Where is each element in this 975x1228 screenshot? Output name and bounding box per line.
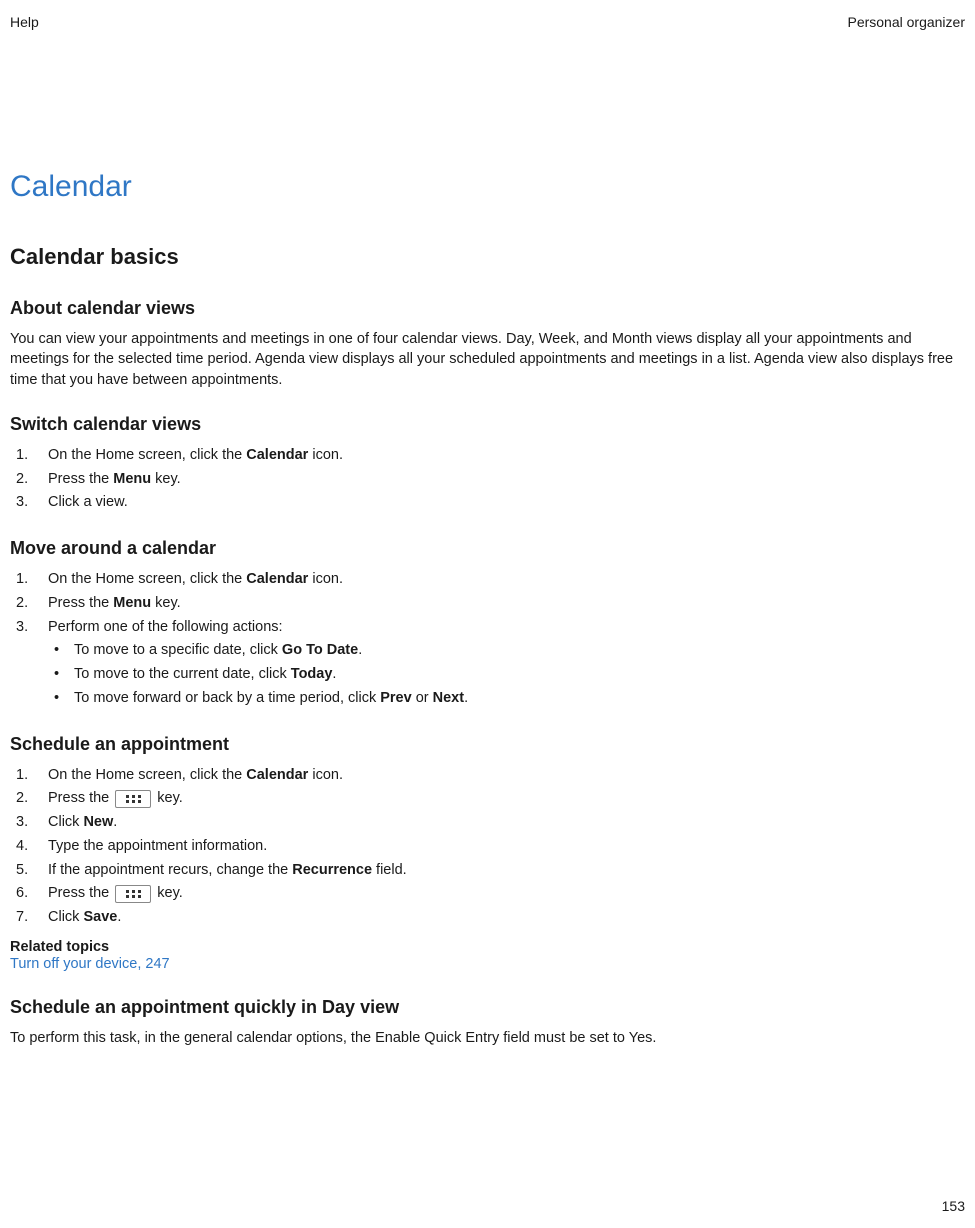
text: . — [358, 642, 362, 658]
list-item: If the appointment recurs, change the Re… — [10, 860, 965, 882]
text: To move to a specific date, click — [74, 642, 282, 658]
paragraph-about-calendar-views: You can view your appointments and meeti… — [10, 329, 965, 390]
list-item: Click New. — [10, 812, 965, 834]
text: On the Home screen, click the — [48, 447, 246, 463]
main-title: Calendar — [10, 170, 965, 204]
list-schedule-appointment: On the Home screen, click the Calendar i… — [10, 765, 965, 929]
bold-text: Prev — [380, 690, 411, 706]
text: key. — [153, 790, 183, 806]
bold-text: Calendar — [246, 571, 308, 587]
text: Click — [48, 814, 83, 830]
text: Press the — [48, 595, 113, 611]
text: icon. — [308, 571, 343, 587]
related-topics-heading: Related topics — [10, 939, 965, 955]
list-item: On the Home screen, click the Calendar i… — [10, 765, 965, 787]
text: icon. — [308, 447, 343, 463]
header-left: Help — [10, 14, 39, 30]
text: Press the — [48, 790, 113, 806]
text: To move to the current date, click — [74, 666, 291, 682]
list-item: Press the key. — [10, 883, 965, 905]
list-item: Press the Menu key. — [10, 593, 965, 615]
paragraph-quick-entry: To perform this task, in the general cal… — [10, 1028, 965, 1048]
bold-text: Menu — [113, 471, 151, 487]
list-item: To move forward or back by a time period… — [48, 688, 965, 710]
bold-text: Next — [433, 690, 464, 706]
page-content: Calendar Calendar basics About calendar … — [0, 170, 975, 1048]
list-item: Press the key. — [10, 788, 965, 810]
list-item: Perform one of the following actions: — [10, 617, 965, 639]
list-item: Click Save. — [10, 907, 965, 929]
link-turn-off-device[interactable]: Turn off your device, 247 — [10, 956, 170, 972]
text: field. — [372, 862, 407, 878]
page-number: 153 — [942, 1198, 965, 1214]
nested-bullet-list: To move to a specific date, click Go To … — [48, 640, 965, 709]
text: key. — [151, 595, 181, 611]
list-item: Press the Menu key. — [10, 469, 965, 491]
list-item: Click a view. — [10, 492, 965, 514]
list-item: To move to the current date, click Today… — [48, 664, 965, 686]
text: Press the — [48, 885, 113, 901]
page-header: Help Personal organizer — [0, 0, 975, 30]
header-right: Personal organizer — [847, 14, 965, 30]
text: Type the appointment information. — [48, 838, 267, 854]
list-switch-calendar-views: On the Home screen, click the Calendar i… — [10, 445, 965, 514]
subsection-move-around-calendar: Move around a calendar — [10, 538, 965, 559]
text: . — [332, 666, 336, 682]
bold-text: Calendar — [246, 447, 308, 463]
text: key. — [151, 471, 181, 487]
list-move-around-calendar: On the Home screen, click the Calendar i… — [10, 569, 965, 638]
section-title-calendar-basics: Calendar basics — [10, 244, 965, 270]
subsection-schedule-appointment: Schedule an appointment — [10, 734, 965, 755]
list-item: To move to a specific date, click Go To … — [48, 640, 965, 662]
menu-key-icon — [115, 885, 151, 903]
text: or — [412, 690, 433, 706]
list-item: On the Home screen, click the Calendar i… — [10, 445, 965, 467]
subsection-about-calendar-views: About calendar views — [10, 298, 965, 319]
text: If the appointment recurs, change the — [48, 862, 292, 878]
text: To move forward or back by a time period… — [74, 690, 380, 706]
menu-key-icon — [115, 790, 151, 808]
bold-text: Go To Date — [282, 642, 358, 658]
text: On the Home screen, click the — [48, 571, 246, 587]
text: . — [113, 814, 117, 830]
text: . — [464, 690, 468, 706]
subsection-schedule-quickly-day-view: Schedule an appointment quickly in Day v… — [10, 997, 965, 1018]
text: On the Home screen, click the — [48, 767, 246, 783]
text: . — [117, 909, 121, 925]
text: Click — [48, 909, 83, 925]
text: Click a view. — [48, 494, 128, 510]
bold-text: Menu — [113, 595, 151, 611]
subsection-switch-calendar-views: Switch calendar views — [10, 414, 965, 435]
bold-text: Today — [291, 666, 333, 682]
list-item: On the Home screen, click the Calendar i… — [10, 569, 965, 591]
text: Perform one of the following actions: — [48, 619, 283, 635]
bold-text: New — [83, 814, 113, 830]
bold-text: Save — [83, 909, 117, 925]
text: key. — [153, 885, 183, 901]
text: icon. — [308, 767, 343, 783]
text: Press the — [48, 471, 113, 487]
bold-text: Calendar — [246, 767, 308, 783]
bold-text: Recurrence — [292, 862, 372, 878]
list-item: Type the appointment information. — [10, 836, 965, 858]
